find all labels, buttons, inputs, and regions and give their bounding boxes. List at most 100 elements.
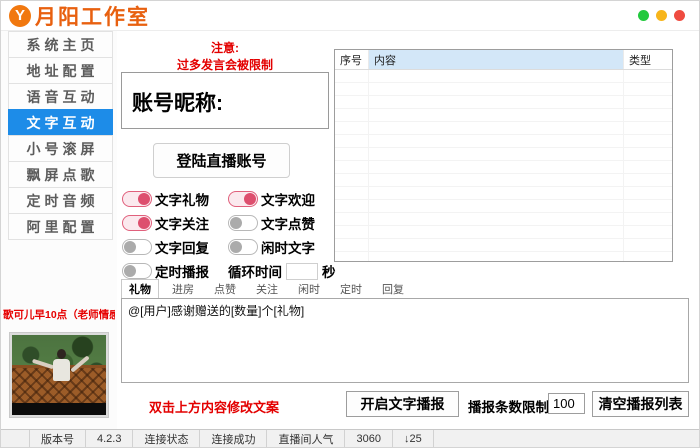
toggle-label: 文字点赞 [261,213,315,233]
table-row [335,200,672,213]
table-cell [624,252,672,261]
sidebar-item-8[interactable]: 阿里配置 [8,213,113,240]
table-cell [335,109,369,121]
toggle-switch-3[interactable] [122,215,152,231]
person-graphic [53,359,70,381]
sidebar-item-3[interactable]: 语音互动 [8,83,113,110]
toggle-switch-2[interactable] [228,191,258,207]
tab-4[interactable]: 关注 [249,280,285,298]
sidebar-item-7[interactable]: 定时音频 [8,187,113,214]
table-row [335,161,672,174]
person-graphic [57,349,66,359]
announcement-text: 歌可儿早10点（老师情感小 [3,307,115,322]
table-row [335,96,672,109]
table-cell [335,239,369,251]
toggle-label: 文字礼物 [155,189,209,209]
text-toggle-group: 文字礼物文字欢迎文字关注文字点赞文字回复闲时文字定时播报循环时间秒 [122,187,334,283]
room-popularity-value: 3060 [344,430,391,447]
table-cell [369,96,624,108]
toggle-label: 闲时文字 [261,237,315,257]
table-row [335,83,672,96]
toggle-switch-7[interactable] [122,263,152,279]
table-cell [335,226,369,238]
table-cell [624,96,672,108]
window-title: 月阳工作室 [35,1,150,31]
table-cell [369,252,624,261]
table-cell [335,252,369,261]
table-cell [335,83,369,95]
toggle-switch-1[interactable] [122,191,152,207]
table-row [335,213,672,226]
toggle-knob [138,217,150,229]
template-editor[interactable]: @[用户]感谢赠送的[数量]个[礼物] [121,298,689,383]
toggle-label: 文字关注 [155,213,209,233]
tab-7[interactable]: 回复 [375,280,411,298]
toggle-switch-5[interactable] [122,239,152,255]
table-cell [624,161,672,173]
sidebar-item-2[interactable]: 地址配置 [8,57,113,84]
toggle-row-6: 闲时文字 [228,235,334,259]
tab-2[interactable]: 进房 [165,280,201,298]
titlebar: Y 月阳工作室 [1,1,699,31]
logo-letter: Y [15,7,25,24]
video-frame-image [12,335,106,415]
broadcast-limit-input[interactable] [548,393,585,414]
toggle-knob [230,241,242,253]
table-cell [369,239,624,251]
table-row [335,226,672,239]
table-cell [335,122,369,134]
tab-3[interactable]: 点赞 [207,280,243,298]
table-row [335,135,672,148]
minimize-button[interactable] [638,10,649,21]
table-cell [369,135,624,147]
toggle-label: 文字欢迎 [261,189,315,209]
table-row [335,252,672,261]
clear-broadcast-list-button[interactable]: 清空播报列表 [592,391,689,417]
toggle-knob [244,193,256,205]
table-cell [624,200,672,212]
tab-5[interactable]: 闲时 [291,280,327,298]
table-cell [624,83,672,95]
table-header-3: 类型 [624,50,672,69]
loop-seconds-input[interactable] [286,263,318,280]
broadcast-limit-label: 播报条数限制 [468,396,549,416]
table-cell [369,83,624,95]
toggle-knob [124,241,136,253]
table-body [335,70,672,261]
login-live-account-button[interactable]: 登陆直播账号 [153,143,290,178]
table-cell [335,187,369,199]
video-preview [9,332,109,418]
warning-title: 注意: [119,39,331,56]
loop-time-label: 循环时间 [228,261,282,281]
table-cell [624,135,672,147]
table-cell [335,161,369,173]
video-letterbox [12,403,106,415]
tab-1[interactable]: 礼物 [121,279,159,299]
table-cell [335,200,369,212]
start-broadcast-button[interactable]: 开启文字播报 [346,391,459,417]
close-button[interactable] [674,10,685,21]
restore-button[interactable] [656,10,667,21]
sidebar-item-1[interactable]: 系统主页 [8,31,113,58]
connection-status-value: 连接成功 [199,430,266,447]
sidebar-item-4[interactable]: 文字互动 [8,109,113,136]
sidebar-item-5[interactable]: 小号滚屏 [8,135,113,162]
table-cell [335,135,369,147]
toggle-switch-6[interactable] [228,239,258,255]
table-header-1: 序号 [335,50,369,69]
table-cell [624,174,672,186]
table-cell [624,148,672,160]
version-value: 4.2.3 [85,430,132,447]
toggle-row-3: 文字关注 [122,211,228,235]
sidebar: 系统主页地址配置语音互动文字互动小号滚屏飘屏点歌定时音频阿里配置 歌可儿早10点… [1,31,117,431]
room-popularity-label: 直播间人气 [266,430,344,447]
table-cell [624,213,672,225]
sidebar-item-6[interactable]: 飘屏点歌 [8,161,113,188]
toggle-switch-4[interactable] [228,215,258,231]
tab-6[interactable]: 定时 [333,280,369,298]
account-nickname-label: 账号昵称: [122,73,328,117]
table-cell [624,70,672,82]
app-window: Y 月阳工作室 系统主页地址配置语音互动文字互动小号滚屏飘屏点歌定时音频阿里配置… [0,0,700,448]
table-cell [369,174,624,186]
table-cell [335,148,369,160]
